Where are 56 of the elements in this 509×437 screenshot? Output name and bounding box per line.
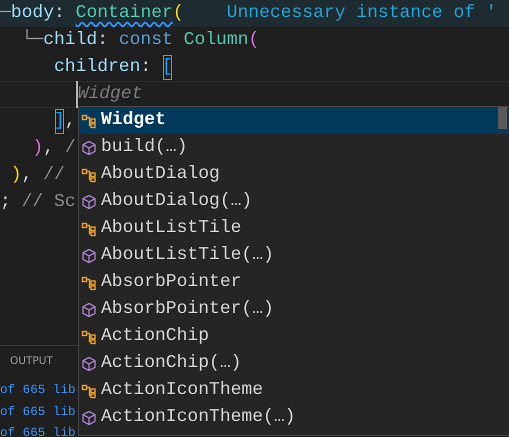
code-token: , [22, 164, 34, 187]
cube-icon [81, 356, 97, 372]
suggestion-item[interactable]: ActionIconTheme [79, 377, 509, 404]
suggestion-item[interactable]: AboutDialog [79, 161, 509, 188]
code-comment: / [64, 137, 76, 160]
code-token: , [43, 137, 56, 160]
cube-icon [81, 194, 97, 210]
code-token: : [97, 29, 110, 52]
matched-bracket: ] [54, 108, 65, 135]
output-line: of 665 lib [0, 426, 76, 437]
suggestion-item[interactable]: AbsorbPointer(…) [79, 296, 509, 323]
suggestion-item[interactable]: AboutDialog(…) [79, 188, 509, 215]
code-token: child [43, 30, 98, 52]
code-token: : [140, 56, 152, 79]
panel-tab[interactable]: OUTPUT [10, 354, 53, 370]
suggestion-item[interactable]: AbsorbPointer [79, 269, 509, 296]
code-comment: // [43, 164, 65, 187]
suggestion-item[interactable]: Widget [79, 107, 509, 134]
diagnostic-message: Unnecessary instance of ' [226, 2, 497, 25]
class-icon [81, 166, 97, 182]
class-icon [81, 112, 97, 128]
code-token: const [118, 29, 174, 52]
cube-icon [81, 302, 97, 318]
suggestion-item[interactable]: ActionChip(…) [79, 350, 509, 377]
code-token: children [54, 56, 140, 79]
suggestion-item[interactable]: build(…) [79, 134, 509, 161]
code-comment: // Sc [22, 191, 76, 214]
code-token: , [64, 110, 76, 133]
class-icon [81, 382, 97, 398]
bracket: ) [10, 164, 22, 187]
matched-bracket: [ [162, 54, 173, 81]
tree-guide: └─ [20, 28, 44, 52]
bracket: ( [248, 29, 260, 52]
code-token: body [10, 2, 54, 25]
class-icon [81, 328, 97, 344]
class-icon [81, 220, 97, 236]
class-icon [81, 274, 97, 290]
bracket: ( [172, 2, 184, 25]
inline-suggestion-text: Widget [78, 83, 142, 106]
suggestion-item[interactable]: AboutListTile(…) [79, 242, 509, 269]
cube-icon [81, 248, 97, 264]
code-token: ; [0, 191, 12, 214]
output-line: of 665 lib [0, 383, 76, 397]
cube-icon [81, 410, 97, 426]
scrollbar-thumb[interactable] [498, 107, 507, 129]
output-line: of 665 lib [0, 404, 76, 418]
suggestion-item[interactable]: ActionChip [79, 323, 509, 350]
bracket: ) [32, 137, 44, 160]
suggestion-item[interactable]: ActionIconTheme(…) [79, 404, 509, 431]
cube-icon [81, 140, 97, 156]
text-cursor [76, 81, 78, 108]
code-token: : [54, 2, 66, 25]
code-token: Container [76, 2, 173, 25]
suggestion-item[interactable]: AboutListTile [79, 215, 509, 242]
code-token: Column [184, 29, 248, 52]
tree-guide: ─ [0, 2, 11, 25]
